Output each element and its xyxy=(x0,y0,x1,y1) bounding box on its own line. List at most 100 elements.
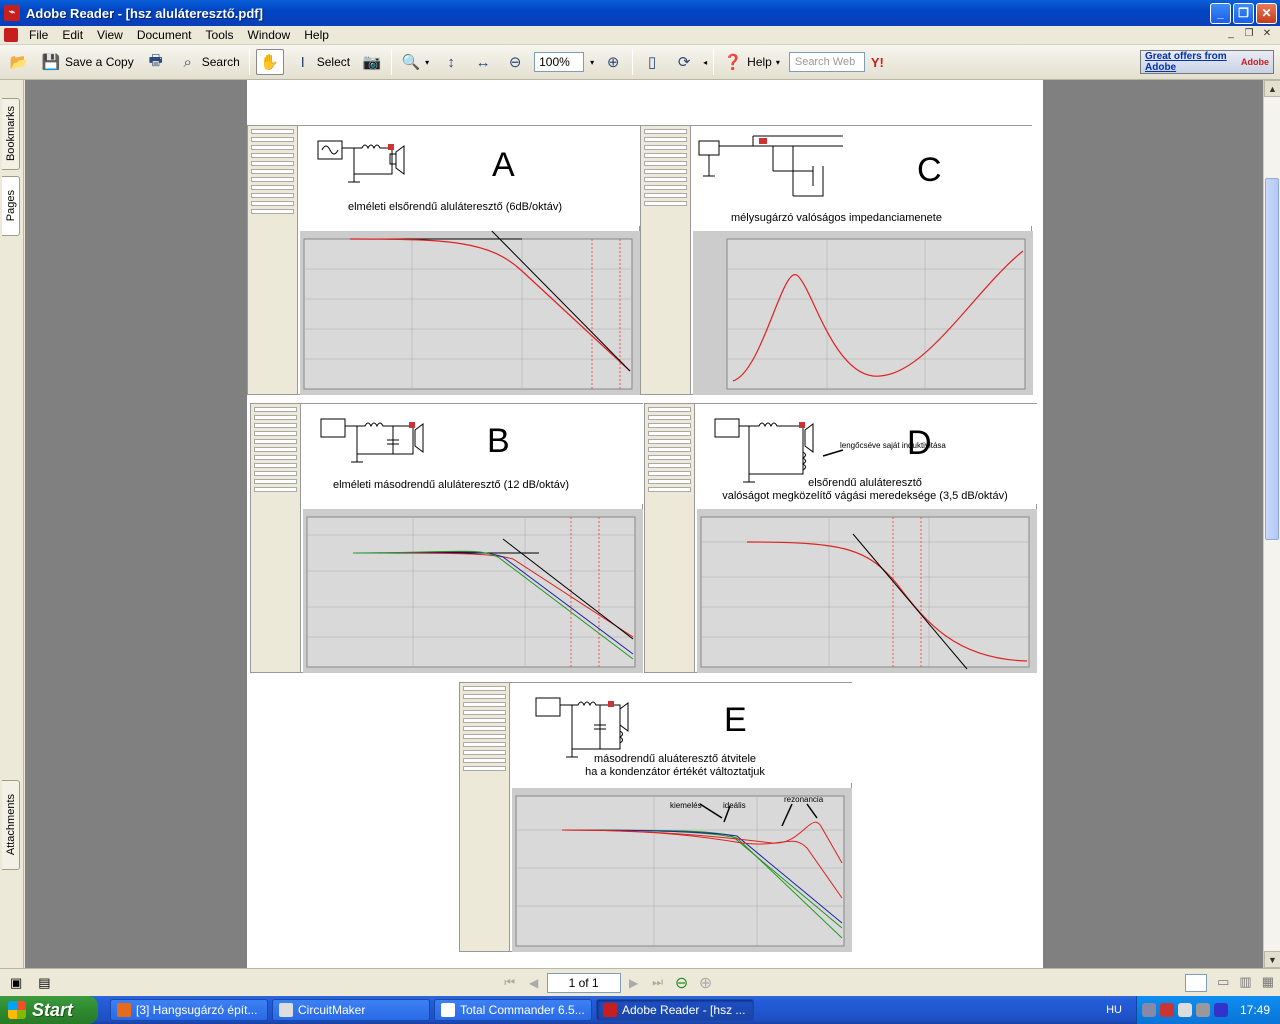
figure-letter: E xyxy=(724,701,747,739)
doc-restore-icon[interactable]: ❐ xyxy=(1242,28,1256,42)
menu-edit[interactable]: Edit xyxy=(55,28,90,42)
volume-icon[interactable] xyxy=(1177,1003,1192,1017)
scroll-thumb[interactable] xyxy=(1265,178,1279,540)
hand-tool-button[interactable]: ✋ xyxy=(255,49,284,75)
taskbar-item-circuitmaker[interactable]: CircuitMaker xyxy=(272,999,430,1021)
task-label: CircuitMaker xyxy=(298,1003,366,1017)
menu-bar: File Edit View Document Tools Window Hel… xyxy=(0,26,1280,45)
single-page-button[interactable]: ▯ xyxy=(639,49,665,75)
figure-a: A elméleti elsőrendű aluláteresztő (6dB/… xyxy=(247,125,640,395)
security-icon[interactable] xyxy=(1159,1003,1174,1017)
single-page-layout-icon[interactable] xyxy=(1185,973,1208,992)
search-label: Search xyxy=(201,55,240,69)
schematic xyxy=(693,126,1033,226)
yahoo-icon[interactable]: Y! xyxy=(871,55,884,70)
rotate-button[interactable]: ⟳ xyxy=(671,49,697,75)
plot-area xyxy=(512,788,852,952)
zoom-dropdown-icon[interactable]: ▾ xyxy=(590,58,594,67)
go-back-icon[interactable]: ⊖ xyxy=(671,973,693,993)
scroll-up-icon[interactable]: ▲ xyxy=(1264,80,1280,97)
taskbar-item-total-commander[interactable]: Total Commander 6.5... xyxy=(434,999,592,1021)
close-button[interactable]: ✕ xyxy=(1256,2,1277,24)
hand-icon: ✋ xyxy=(260,54,280,71)
page-size-icon[interactable]: ▣ xyxy=(10,975,22,991)
task-label: Adobe Reader - [hsz ... xyxy=(622,1003,746,1017)
bookmarks-tab[interactable]: Bookmarks xyxy=(2,98,20,170)
text-cursor-icon: I xyxy=(300,53,305,71)
task-label: [3] Hangsugárzó épít... xyxy=(136,1003,258,1017)
schematic-drawing xyxy=(714,418,844,483)
camera-icon: 📷 xyxy=(362,54,382,71)
adobe-reader-icon xyxy=(603,1003,617,1017)
schematic xyxy=(697,404,1037,504)
pages-tab[interactable]: Pages xyxy=(2,176,20,236)
impedance-plot xyxy=(726,238,1026,390)
next-page-icon[interactable]: ▶ xyxy=(623,973,645,993)
facing-layout-icon[interactable]: ▥ xyxy=(1239,974,1251,992)
navigation-pane: Bookmarks Pages Attachments xyxy=(0,80,24,968)
doc-minimize-icon[interactable]: _ xyxy=(1224,28,1238,42)
printer-icon: 🖶 xyxy=(148,51,163,69)
menu-view[interactable]: View xyxy=(90,28,130,42)
select-tool-button[interactable]: I Select xyxy=(290,49,353,75)
simulator-controls xyxy=(641,126,691,394)
save-copy-label: Save a Copy xyxy=(65,55,134,69)
figure-caption: elméleti másodrendű aluláteresztő (12 dB… xyxy=(333,479,570,491)
zoom-tool-button[interactable]: 🔍 ▾ xyxy=(398,49,432,75)
continuous-facing-layout-icon[interactable]: ▦ xyxy=(1262,974,1274,992)
search-web-input[interactable]: Search Web xyxy=(788,52,865,72)
bluetooth-icon[interactable] xyxy=(1213,1003,1228,1017)
continuous-layout-icon[interactable]: ▭ xyxy=(1217,974,1229,992)
zoom-out-button[interactable]: ⊖ xyxy=(502,49,528,75)
adobe-offer-link[interactable]: Great offers from Adobe xyxy=(1145,51,1241,73)
adobe-reader-icon: ⌁ xyxy=(4,5,20,21)
language-indicator[interactable]: HU xyxy=(1106,1004,1122,1016)
fit-width-button[interactable]: ↔ xyxy=(470,49,496,75)
minimize-button[interactable]: _ xyxy=(1210,2,1231,24)
figure-caption-line1: elsőrendű aluláteresztő xyxy=(808,477,922,489)
go-forward-icon[interactable]: ⊕ xyxy=(695,973,717,993)
vertical-scrollbar[interactable]: ▲ ▼ xyxy=(1263,80,1280,968)
start-button[interactable]: Start xyxy=(0,996,98,1024)
zoom-level-field[interactable]: 100% xyxy=(534,52,585,72)
snapshot-button[interactable]: 📷 xyxy=(359,49,385,75)
previous-page-icon[interactable]: ◀ xyxy=(523,973,545,993)
actual-size-button[interactable]: ↕ xyxy=(438,49,464,75)
network-icon[interactable] xyxy=(1141,1003,1156,1017)
annotation-kiemeles: kiemelés xyxy=(670,801,702,810)
menu-file[interactable]: File xyxy=(22,28,55,42)
start-label: Start xyxy=(32,999,74,1020)
menu-tools[interactable]: Tools xyxy=(199,28,241,42)
doc-close-icon[interactable]: ✕ xyxy=(1260,28,1274,42)
attachments-label: Attachments xyxy=(4,794,17,856)
figure-letter: C xyxy=(917,151,942,189)
clock: 17:49 xyxy=(1239,1003,1270,1017)
simulator-controls xyxy=(460,683,510,951)
help-button[interactable]: ❓ Help ▾ xyxy=(720,49,783,75)
open-button[interactable]: 📂 xyxy=(6,49,32,75)
adobe-offer-banner[interactable]: Great offers from Adobe Adobe xyxy=(1140,50,1274,74)
firefox-icon xyxy=(117,1003,131,1017)
first-page-icon[interactable]: ⏮ xyxy=(499,973,521,993)
print-button[interactable]: 🖶 xyxy=(143,49,169,75)
tray-app-icon[interactable] xyxy=(1195,1003,1210,1017)
save-copy-button[interactable]: 💾 Save a Copy xyxy=(38,49,137,75)
menu-document[interactable]: Document xyxy=(130,28,199,42)
page-number-field[interactable]: 1 of 1 xyxy=(546,972,621,993)
menu-help[interactable]: Help xyxy=(297,28,336,42)
menu-window[interactable]: Window xyxy=(241,28,298,42)
taskbar-item-firefox[interactable]: [3] Hangsugárzó épít... xyxy=(110,999,268,1021)
simulator-controls xyxy=(645,404,695,672)
layers-icon[interactable]: ▤ xyxy=(38,975,50,991)
search-button[interactable]: ⌕ Search xyxy=(175,49,243,75)
zoom-in-button[interactable]: ⊕ xyxy=(600,49,626,75)
scroll-down-icon[interactable]: ▼ xyxy=(1264,951,1280,968)
document-view[interactable]: A elméleti elsőrendű aluláteresztő (6dB/… xyxy=(25,80,1263,968)
restore-button[interactable]: ❐ xyxy=(1233,2,1254,24)
more-tools-icon[interactable]: ◂ xyxy=(703,58,707,67)
taskbar-item-adobe-reader[interactable]: Adobe Reader - [hsz ... xyxy=(596,999,754,1021)
attachments-tab[interactable]: Attachments xyxy=(2,780,20,870)
document-icon[interactable] xyxy=(4,28,18,42)
last-page-icon[interactable]: ⏭ xyxy=(647,973,669,993)
taskbar: Start [3] Hangsugárzó épít... CircuitMak… xyxy=(0,996,1280,1024)
